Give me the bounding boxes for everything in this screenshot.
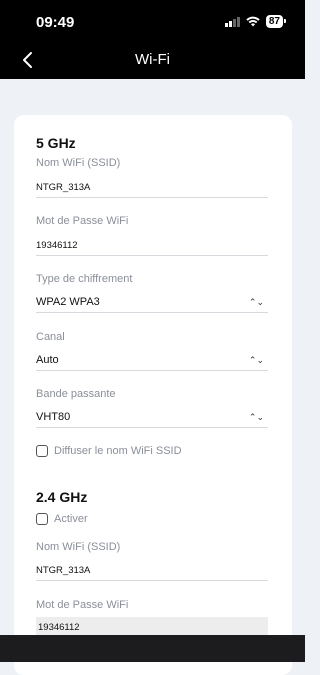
password-5ghz-label: Mot de Passe WiFi bbox=[36, 215, 129, 227]
battery-indicator: 87 bbox=[265, 15, 287, 28]
status-time: 09:49 bbox=[36, 14, 75, 31]
password-24ghz-input[interactable]: 19346112 bbox=[36, 617, 268, 637]
bandwidth-value: VHT80 bbox=[36, 411, 71, 423]
status-icons: 87 bbox=[224, 15, 287, 28]
up-down-chevron-icon: ⌃⌄ bbox=[248, 354, 264, 365]
password-24ghz-value: 19346112 bbox=[38, 621, 80, 633]
password-24ghz-label: Mot de Passe WiFi bbox=[36, 599, 129, 611]
ssid-24ghz-input[interactable]: NTGR_313A bbox=[36, 560, 268, 581]
enable-24ghz-checkbox[interactable]: Activer bbox=[36, 513, 88, 525]
checkbox-box[interactable] bbox=[36, 513, 48, 525]
up-down-chevron-icon: ⌃⌄ bbox=[248, 411, 264, 422]
ssid-5ghz-input[interactable]: NTGR_313A bbox=[36, 177, 268, 198]
enable-24ghz-label: Activer bbox=[54, 513, 88, 525]
encryption-label: Type de chiffrement bbox=[36, 273, 133, 285]
channel-select[interactable]: Auto ⌃⌄ bbox=[36, 350, 268, 371]
ssid-24ghz-value: NTGR_313A bbox=[36, 564, 91, 576]
bottom-bar bbox=[0, 635, 305, 662]
encryption-value: WPA2 WPA3 bbox=[36, 296, 100, 308]
encryption-select[interactable]: WPA2 WPA3 ⌃⌄ bbox=[36, 292, 268, 313]
ssid-24ghz-label: Nom WiFi (SSID) bbox=[36, 541, 121, 553]
ssid-5ghz-value: NTGR_313A bbox=[36, 181, 91, 193]
broadcast-ssid-checkbox[interactable]: Diffuser le nom WiFi SSID bbox=[36, 445, 182, 457]
password-5ghz-value: 19346112 bbox=[36, 239, 78, 251]
bandwidth-select[interactable]: VHT80 ⌃⌄ bbox=[36, 407, 268, 428]
channel-label: Canal bbox=[36, 331, 65, 343]
section-title-24ghz: 2.4 GHz bbox=[36, 489, 88, 505]
checkbox-box[interactable] bbox=[36, 445, 48, 457]
wifi-settings-card: 5 GHz Nom WiFi (SSID) NTGR_313A Mot de P… bbox=[14, 115, 292, 675]
up-down-chevron-icon: ⌃⌄ bbox=[248, 296, 264, 307]
ssid-5ghz-label: Nom WiFi (SSID) bbox=[36, 157, 121, 169]
bandwidth-label: Bande passante bbox=[36, 388, 116, 400]
section-title-5ghz: 5 GHz bbox=[36, 135, 76, 151]
status-bar: 09:49 87 bbox=[0, 0, 305, 40]
navigation-bar: Wi-Fi bbox=[0, 40, 305, 79]
password-5ghz-input[interactable]: 19346112 bbox=[36, 235, 268, 256]
broadcast-ssid-label: Diffuser le nom WiFi SSID bbox=[54, 445, 182, 457]
page-title: Wi-Fi bbox=[135, 51, 170, 68]
channel-value: Auto bbox=[36, 354, 59, 366]
cellular-signal-icon bbox=[224, 16, 240, 27]
wifi-icon bbox=[246, 16, 260, 27]
